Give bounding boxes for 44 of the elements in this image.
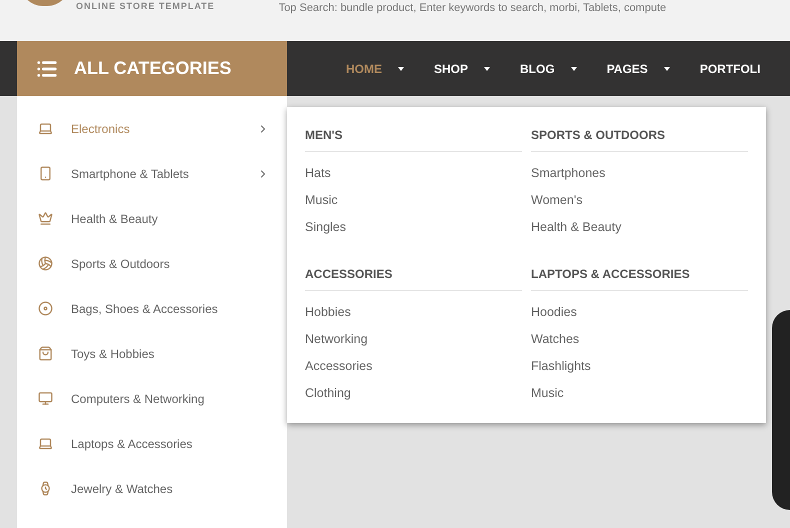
disc-icon [38, 301, 53, 316]
menu-link[interactable]: Smartphones [531, 160, 748, 187]
category-item[interactable]: Laptops & Accessories [17, 421, 287, 466]
menu-link[interactable]: Singles [305, 214, 522, 241]
laptop-icon [38, 436, 53, 451]
nav-menu-item[interactable]: SHOP [434, 60, 490, 78]
menu-link[interactable]: Accessories [305, 353, 522, 380]
logo-tagline: ONLINE STORE TEMPLATE [76, 0, 215, 13]
category-item[interactable]: Electronics [17, 106, 287, 151]
top-search-text: Top Search: bundle product, Enter keywords to search, morbi, Tablets, compute [278, 1, 666, 16]
menu-link[interactable]: Hobbies [305, 299, 522, 326]
menu-link[interactable]: Music [531, 380, 748, 407]
category-item[interactable]: Bags, Shoes & Accessories [17, 286, 287, 331]
laptop-icon [38, 121, 53, 136]
nav-menu-item[interactable]: PAGES [606, 60, 670, 78]
category-item[interactable]: Health & Beauty [17, 196, 287, 241]
nav-menu-item[interactable]: HOME [346, 60, 404, 78]
menu-group-title: ACCESSORIES [305, 265, 522, 291]
menu-link[interactable]: Hats [305, 160, 522, 187]
menu-link[interactable]: Health & Beauty [531, 214, 748, 241]
menu-link[interactable]: Music [305, 187, 522, 214]
menu-link[interactable]: Women's [531, 187, 748, 214]
nav-menu-item[interactable]: BLOG [520, 60, 577, 78]
category-item[interactable]: Smartphone & Tablets [17, 151, 287, 196]
menu-link[interactable]: Networking [305, 326, 522, 353]
category-item[interactable]: Toys & Hobbies [17, 331, 287, 376]
category-item[interactable]: Jewelry & Watches [17, 466, 287, 511]
bag-icon [38, 346, 53, 361]
all-categories-button[interactable]: ALL CATEGORIES [17, 41, 287, 96]
menu-link[interactable]: Watches [531, 326, 748, 353]
category-item[interactable]: Computers & Networking [17, 376, 287, 421]
menu-group-title: SPORTS & OUTDOORS [531, 126, 748, 152]
watch-icon [38, 481, 53, 496]
menu-group-title: MEN'S [305, 126, 522, 152]
nav-menu-item[interactable]: PORTFOLI [700, 60, 760, 78]
category-item[interactable]: Sports & Outdoors [17, 241, 287, 286]
menu-link[interactable]: Clothing [305, 380, 522, 407]
menu-link[interactable]: Flashlights [531, 353, 748, 380]
menu-link[interactable]: Hoodies [531, 299, 748, 326]
menu-group-title: LAPTOPS & ACCESSORIES [531, 265, 748, 291]
crown-icon [38, 211, 53, 226]
ball-icon [38, 256, 53, 271]
monitor-icon [38, 391, 53, 406]
phone-icon [38, 166, 53, 181]
